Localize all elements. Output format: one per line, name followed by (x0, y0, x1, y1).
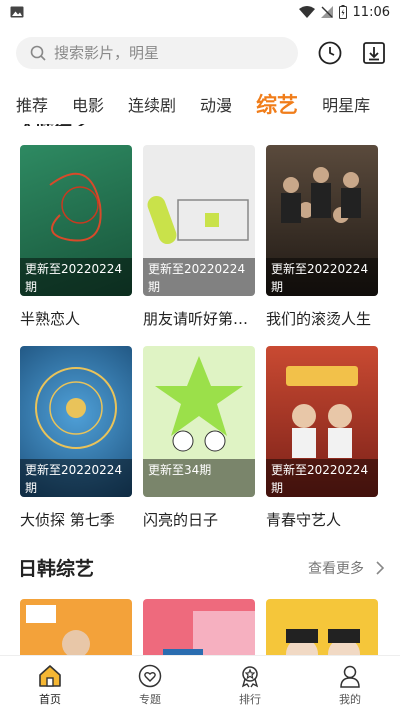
chevron-right-icon (376, 560, 384, 575)
update-badge: 更新至34期 (143, 459, 255, 497)
wifi-icon (298, 6, 315, 18)
clock-icon (318, 41, 342, 65)
section-title: 日韩综艺 (18, 558, 95, 580)
see-more-label: 查看更多 (308, 560, 364, 577)
tab-stars[interactable]: 明星库 (322, 92, 370, 116)
show-poster[interactable]: 更新至20220224期 (20, 145, 132, 296)
show-title[interactable]: 大侦探 第七季 (20, 509, 132, 530)
show-poster[interactable]: 更新至20220224期 (20, 346, 132, 497)
show-title[interactable]: 朋友请听好第… (143, 308, 255, 329)
show-poster[interactable]: 更新至20220224期 (143, 145, 255, 296)
show-title[interactable]: 闪亮的日子 (143, 509, 255, 530)
show-poster[interactable] (143, 599, 255, 655)
status-left (10, 6, 24, 18)
search-input[interactable] (54, 44, 274, 62)
content-area: 更新至20220224期 半熟恋人 更新至20220224期 朋友请听好第… 更… (0, 124, 400, 655)
home-icon (39, 665, 61, 687)
tab-variety[interactable]: 综艺 (256, 89, 298, 119)
update-badge: 更新至20220224期 (266, 258, 378, 296)
search-icon (30, 45, 46, 61)
show-card[interactable]: 更新至20220224期 青春守艺人 (266, 346, 378, 530)
tab-series[interactable]: 连续剧 (128, 92, 176, 116)
search-box[interactable] (16, 37, 298, 69)
show-title[interactable]: 我们的滚烫人生 (266, 308, 378, 329)
nav-ranking-label: 排行 (239, 693, 261, 706)
show-card[interactable] (20, 599, 132, 655)
show-card[interactable]: 更新至20220224期 半熟恋人 (20, 145, 132, 329)
show-poster[interactable] (266, 599, 378, 655)
nav-home-label: 首页 (39, 693, 61, 706)
show-card[interactable]: 更新至20220224期 朋友请听好第… (143, 145, 255, 329)
show-card[interactable]: 更新至34期 闪亮的日子 (143, 346, 255, 530)
section-header-jk: 日韩综艺 查看更多 (18, 554, 384, 581)
status-time: 11:06 (352, 4, 390, 20)
show-grid-row-2: 更新至20220224期 大侦探 第七季 更新至34期 闪亮的日子 更新至202… (20, 346, 380, 530)
bottom-nav: 首页 专题 排行 我的 (0, 655, 400, 711)
update-badge: 更新至20220224期 (143, 258, 255, 296)
status-bar: 11:06 (0, 0, 400, 24)
show-title[interactable]: 半熟恋人 (20, 308, 132, 329)
download-button[interactable] (361, 40, 387, 66)
nav-profile[interactable]: 我的 (300, 656, 400, 711)
tab-recommend[interactable]: 推荐 (16, 92, 48, 116)
status-right: 11:06 (298, 4, 390, 20)
poster-art (26, 605, 90, 655)
nav-profile-label: 我的 (339, 693, 361, 706)
tab-anime[interactable]: 动漫 (200, 92, 232, 116)
show-card[interactable]: 更新至20220224期 我们的滚烫人生 (266, 145, 378, 329)
show-poster[interactable]: 更新至34期 (143, 346, 255, 497)
update-badge: 更新至20220224期 (20, 258, 132, 296)
download-icon (363, 42, 385, 64)
battery-icon (338, 5, 347, 19)
nav-home[interactable]: 首页 (0, 656, 100, 711)
ranking-icon (241, 666, 259, 688)
search-row (16, 36, 388, 70)
poster-art (286, 629, 360, 655)
show-grid-row-3 (20, 599, 380, 655)
heart-icon (138, 664, 162, 688)
tab-movies[interactable]: 电影 (72, 92, 104, 116)
nav-topics[interactable]: 专题 (100, 656, 200, 711)
show-card[interactable] (266, 599, 378, 655)
update-badge: 更新至20220224期 (266, 459, 378, 497)
no-signal-icon (320, 6, 333, 18)
show-title[interactable]: 青春守艺人 (266, 509, 378, 530)
history-button[interactable] (317, 40, 343, 66)
nav-ranking[interactable]: 排行 (200, 656, 300, 711)
show-card[interactable]: 更新至20220224期 大侦探 第七季 (20, 346, 132, 530)
show-grid-row-1: 更新至20220224期 半熟恋人 更新至20220224期 朋友请听好第… 更… (20, 145, 380, 329)
show-poster[interactable]: 更新至20220224期 (266, 346, 378, 497)
gallery-notification-icon (10, 6, 24, 18)
poster-art (163, 611, 255, 655)
show-card[interactable] (143, 599, 255, 655)
show-poster[interactable]: 更新至20220224期 (266, 145, 378, 296)
show-poster[interactable] (20, 599, 132, 655)
see-more-link[interactable]: 查看更多 (308, 558, 384, 578)
nav-topics-label: 专题 (139, 693, 161, 706)
category-tabs: 推荐 电影 连续剧 动漫 综艺 明星库 (0, 84, 400, 124)
user-icon (340, 665, 360, 688)
update-badge: 更新至20220224期 (20, 459, 132, 497)
